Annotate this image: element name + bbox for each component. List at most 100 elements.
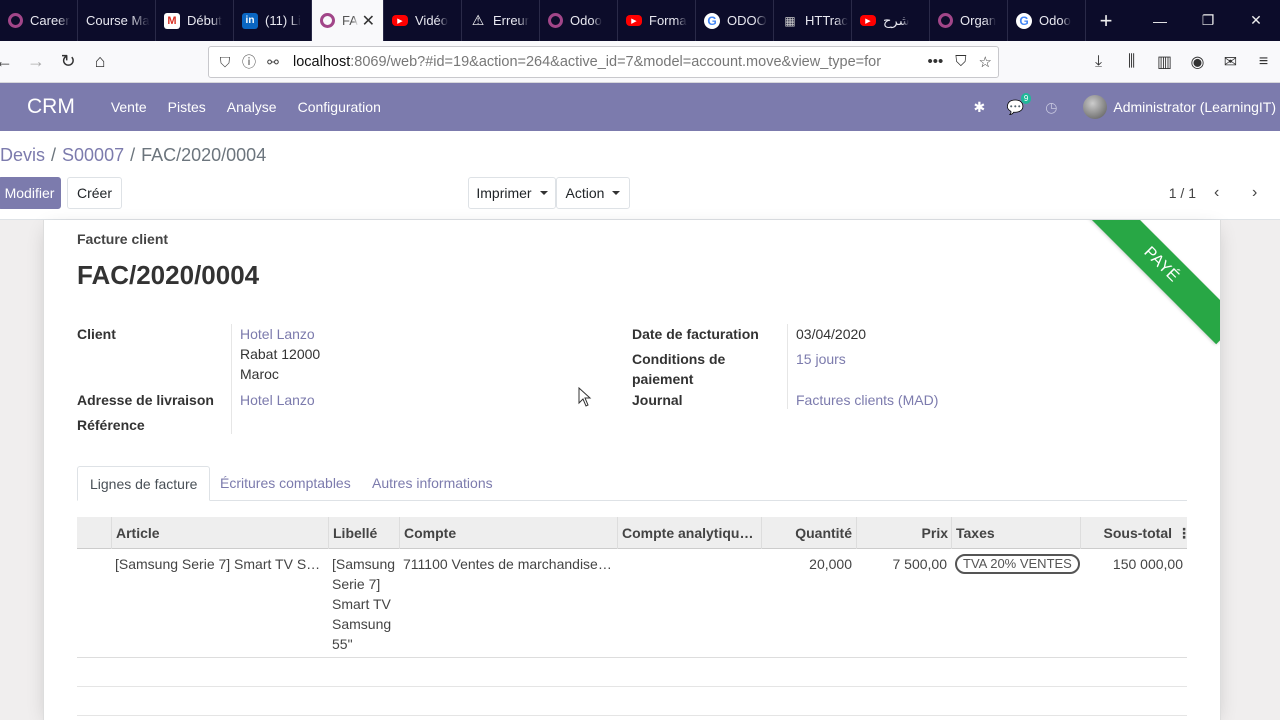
column-header-taxes[interactable]: Taxes	[951, 517, 1080, 549]
browser-tab[interactable]: ▶ Forma	[618, 0, 696, 41]
avatar[interactable]	[1083, 95, 1108, 119]
restore-icon[interactable]: ❐	[1184, 0, 1232, 41]
tab-journal-items[interactable]: Écritures comptables	[220, 466, 351, 501]
control-panel: Devis / S00007 / FAC/2020/0004 Modifier …	[0, 131, 1280, 220]
download-icon[interactable]: ⤓	[1082, 53, 1115, 71]
breadcrumb-separator: /	[130, 145, 136, 165]
linkedin-icon: in	[242, 12, 258, 29]
optional-columns-icon[interactable]: ⋮	[1173, 517, 1187, 549]
extension-icon[interactable]: ✉	[1214, 52, 1247, 72]
menu-icon[interactable]: ≡	[1247, 53, 1280, 71]
browser-tab[interactable]: Course Ma	[78, 0, 156, 41]
menu-item-vente[interactable]: Vente	[111, 99, 147, 115]
column-header-article[interactable]: Article	[111, 517, 331, 549]
odoo-favicon-icon	[320, 13, 335, 28]
table-row[interactable]: [Samsung Serie 7] Smart TV Samsung 55" […	[77, 549, 1187, 658]
user-menu[interactable]: Administrator (LearningIT)	[1113, 99, 1276, 115]
cell-libelle[interactable]: [Samsung Serie 7] Smart TV Samsung 55"	[332, 554, 400, 654]
browser-tab[interactable]: Odoo	[540, 0, 618, 41]
column-header-compte[interactable]: Compte	[399, 517, 617, 549]
chevron-right-icon[interactable]: ›	[1252, 184, 1270, 202]
libelle-line: 55"	[332, 636, 353, 652]
browser-tab[interactable]: M Début	[156, 0, 234, 41]
tab-invoice-lines[interactable]: Lignes de facture	[77, 466, 211, 501]
document-title: FAC/2020/0004	[77, 260, 260, 290]
app-brand[interactable]: CRM	[27, 95, 75, 119]
browser-tab-active[interactable]: FA ✕	[312, 0, 384, 41]
forward-icon[interactable]: →	[20, 46, 52, 78]
breadcrumb-separator: /	[51, 145, 57, 165]
browser-tab[interactable]: Organ	[930, 0, 1008, 41]
edit-button[interactable]: Modifier	[0, 177, 61, 209]
url-text[interactable]: localhost:8069/web?#id=19&action=264&act…	[293, 54, 883, 70]
url-bar[interactable]: ⛉ ⓘ ⚯ localhost:8069/web?#id=19&action=2…	[208, 46, 999, 78]
google-icon: G	[1016, 12, 1032, 29]
browser-tab[interactable]: ▶ Vidéo	[384, 0, 462, 41]
close-tab-icon[interactable]: ✕	[362, 11, 375, 31]
back-icon[interactable]: ←	[0, 46, 20, 78]
reload-icon[interactable]: ↻	[52, 46, 84, 78]
menu-item-configuration[interactable]: Configuration	[298, 99, 381, 115]
browser-tab[interactable]: ⚠ Erreur	[462, 0, 540, 41]
systray: ✱ 💬 9 ◷ Administrator (LearningIT)	[969, 83, 1280, 131]
tab-title: Odoo	[570, 13, 602, 28]
breadcrumb-order[interactable]: S00007	[62, 145, 124, 166]
tab-other-info[interactable]: Autres informations	[372, 466, 493, 501]
activity-clock-icon[interactable]: ◷	[1041, 97, 1061, 117]
column-header-quantity[interactable]: Quantité	[761, 517, 856, 549]
browser-tab[interactable]: in (11) Li	[234, 0, 312, 41]
library-icon[interactable]: ⫼	[1115, 53, 1148, 71]
pocket-icon[interactable]: ⛉	[955, 53, 966, 71]
breadcrumb-devis[interactable]: Devis	[0, 145, 45, 166]
minimize-icon[interactable]: —	[1136, 0, 1184, 41]
print-dropdown[interactable]: Imprimer	[468, 177, 556, 209]
create-button[interactable]: Créer	[67, 177, 122, 209]
payment-terms-link[interactable]: 15 jours	[796, 349, 846, 369]
youtube-icon: ▶	[626, 15, 642, 26]
invoice-date-value: 03/04/2020	[796, 326, 867, 342]
sidebar-icon[interactable]: ▥	[1148, 52, 1181, 72]
cell-article[interactable]: [Samsung Serie 7] Smart TV Samsung 55"	[115, 554, 325, 574]
menu-item-analyse[interactable]: Analyse	[227, 99, 277, 115]
debug-bug-icon[interactable]: ✱	[969, 97, 989, 117]
browser-tab[interactable]: ▦ HTTrac	[774, 0, 852, 41]
page-actions-icon[interactable]: •••	[928, 53, 944, 71]
chevron-left-icon[interactable]: ‹	[1214, 184, 1232, 202]
bookmark-star-icon[interactable]: ☆	[979, 53, 992, 71]
column-header-subtotal[interactable]: Sous-total	[1080, 517, 1176, 549]
caret-down-icon	[612, 191, 621, 195]
client-address-line: Maroc	[240, 366, 279, 382]
caret-down-icon	[539, 191, 548, 195]
messages-icon[interactable]: 💬 9	[1005, 93, 1032, 117]
close-window-icon[interactable]: ✕	[1232, 0, 1280, 41]
form-sheet: PAYÉ Facture client FAC/2020/0004 Client…	[43, 220, 1221, 720]
pager-value[interactable]: 1 / 1	[1169, 185, 1196, 201]
odoo-favicon-icon	[938, 13, 953, 28]
column-header-price[interactable]: Prix	[856, 517, 952, 549]
info-icon[interactable]: ⓘ	[237, 52, 261, 72]
libelle-line: Serie 7]	[332, 576, 381, 592]
account-icon[interactable]: ◉	[1181, 52, 1214, 72]
home-icon[interactable]: ⌂	[84, 46, 116, 78]
browser-tab[interactable]: Career	[0, 0, 78, 41]
column-header-analytic[interactable]: Compte analytique...	[617, 517, 761, 549]
delivery-address-label: Adresse de livraison	[77, 392, 214, 408]
journal-link[interactable]: Factures clients (MAD)	[796, 390, 938, 410]
cell-price[interactable]: 7 500,00	[856, 554, 948, 574]
new-tab-button[interactable]: +	[1086, 0, 1126, 41]
browser-tab[interactable]: ▶ شرح	[852, 0, 930, 41]
cell-quantity[interactable]: 20,000	[761, 554, 852, 574]
action-dropdown[interactable]: Action	[556, 177, 630, 209]
gmail-icon: M	[164, 12, 180, 29]
browser-tab[interactable]: G ODOO	[696, 0, 774, 41]
column-header-libelle[interactable]: Libellé	[328, 517, 399, 549]
tab-title: Début	[187, 13, 222, 28]
permissions-icon[interactable]: ⚯	[261, 54, 285, 71]
shield-icon[interactable]: ⛉	[213, 54, 237, 71]
journal-label: Journal	[632, 392, 683, 408]
client-link[interactable]: Hotel Lanzo	[240, 324, 315, 344]
cell-compte[interactable]: 711100 Ventes de marchandises en l'état	[403, 554, 613, 574]
menu-item-pistes[interactable]: Pistes	[168, 99, 206, 115]
browser-tab[interactable]: G Odoo	[1008, 0, 1086, 41]
delivery-address-link[interactable]: Hotel Lanzo	[240, 390, 315, 410]
